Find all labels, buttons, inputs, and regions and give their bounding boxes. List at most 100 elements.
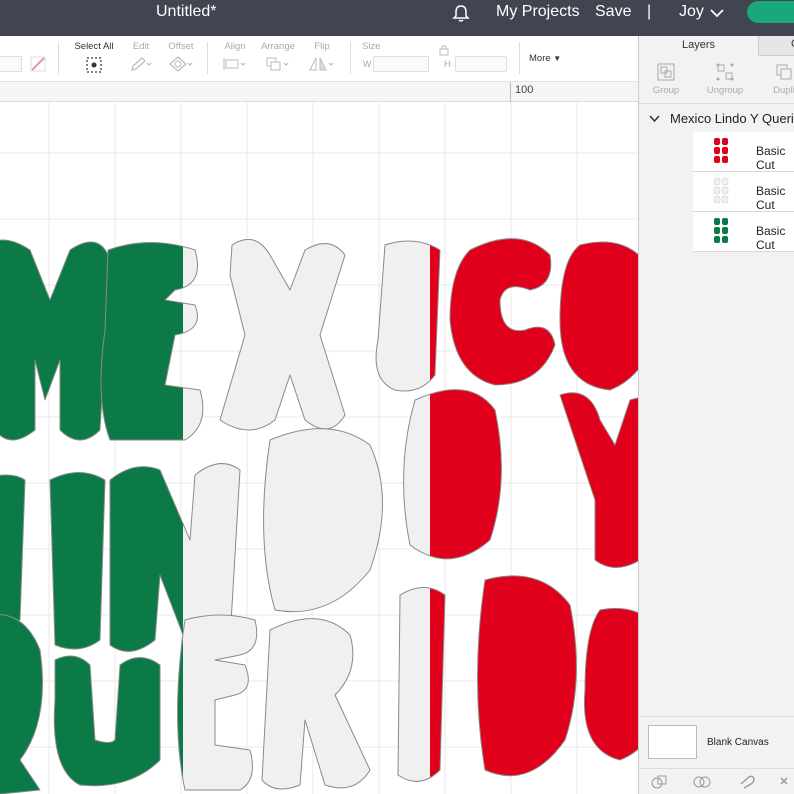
thumbnail-letter (722, 227, 728, 234)
white-layer-thumbnail (713, 177, 729, 204)
letter-shape (49, 472, 106, 650)
layer-row-white[interactable]: Basic Cut (693, 172, 794, 212)
thumbnail-letter (721, 195, 729, 204)
width-input[interactable] (373, 56, 429, 72)
more-button[interactable]: More ▼ (529, 53, 561, 64)
thumbnail-letter (722, 218, 728, 225)
letter-shape (261, 618, 371, 790)
thumbnail-letter (714, 218, 720, 225)
canvas-artwork (0, 102, 638, 794)
thumbnail-letter (722, 236, 728, 243)
letter-shape (0, 239, 111, 441)
align-icon (223, 58, 246, 70)
layer-tools: Group Ungroup Dupli (639, 56, 794, 104)
chevron-down-icon[interactable] (649, 115, 660, 123)
slice-icon[interactable] (651, 774, 669, 790)
letter-shape (263, 428, 383, 613)
top-bar: Untitled* My Projects Save | Joy N (0, 0, 794, 36)
blank-canvas-row[interactable]: Blank Canvas (639, 716, 794, 768)
thumbnail-letter (722, 138, 728, 145)
layer-group-name: Mexico Lindo Y Querido (670, 111, 794, 126)
offset-button[interactable]: Offset (164, 41, 198, 72)
arrange-button[interactable]: Arrange (259, 41, 297, 72)
flatten-icon[interactable] (779, 774, 793, 790)
letter-shape (0, 614, 43, 794)
thumbnail-letter (714, 147, 720, 154)
project-title[interactable]: Untitled* (156, 3, 216, 21)
letter-shape (559, 392, 638, 568)
panel-footer-tools (639, 768, 794, 794)
blank-canvas-label: Blank Canvas (707, 737, 769, 748)
height-input[interactable] (455, 56, 507, 72)
letter-shape (0, 474, 26, 626)
save-button[interactable]: Save (595, 3, 631, 21)
toolbar-divider (350, 42, 351, 74)
thumbnail-letter (714, 236, 720, 243)
ruler-label: 100 (515, 84, 534, 96)
thumbnail-letter (713, 186, 721, 195)
green-layer-thumbnail (714, 218, 728, 243)
combine-icon[interactable] (693, 774, 711, 790)
layer-list: Basic Cut Basic Cut Basic Cut (693, 132, 794, 252)
duplicate-icon (776, 64, 792, 80)
letter-shape (183, 614, 258, 791)
flip-icon (309, 57, 334, 71)
ruler-tick (510, 82, 511, 102)
arrange-icon (266, 57, 289, 71)
design-canvas[interactable] (0, 102, 638, 794)
thumbnail-letter (722, 147, 728, 154)
mexico-lindo-artwork[interactable] (0, 238, 638, 794)
letter-shape (219, 238, 346, 431)
tab-layers[interactable]: Layers (639, 36, 759, 56)
topbar-divider: | (647, 3, 652, 20)
horizontal-ruler: 100 (0, 82, 638, 102)
letter-shape (559, 241, 638, 391)
flip-button[interactable]: Flip (308, 41, 336, 72)
fill-color-icon[interactable] (30, 56, 46, 72)
thumbnail-letter (721, 177, 729, 186)
chevron-down-icon[interactable] (710, 8, 724, 18)
user-menu[interactable]: Joy (679, 3, 704, 21)
red-layer-thumbnail (714, 138, 728, 163)
new-project-button[interactable]: N (747, 1, 794, 23)
edit-pencil-icon (131, 57, 152, 71)
ungroup-icon (716, 63, 734, 81)
thumbnail-letter (714, 138, 720, 145)
toolbar-divider (207, 42, 208, 74)
ungroup-button[interactable]: Ungroup (703, 62, 747, 96)
thumbnail-letter (713, 195, 721, 204)
align-button[interactable]: Align (220, 41, 250, 72)
layer-row-green[interactable]: Basic Cut (693, 212, 794, 252)
bell-icon[interactable] (451, 4, 471, 24)
layers-panel: Layers C Group Ungroup (638, 36, 794, 794)
toolbar-divider (58, 42, 59, 74)
edit-button[interactable]: Edit (126, 41, 156, 72)
lock-icon[interactable] (439, 44, 449, 56)
my-projects-link[interactable]: My Projects (496, 3, 580, 21)
linetype-dropdown[interactable] (0, 56, 22, 72)
group-icon (657, 63, 675, 81)
thumbnail-letter (721, 186, 729, 195)
select-all-button[interactable]: Select All (72, 41, 116, 74)
panel-tabs: Layers C (639, 36, 794, 56)
letter-shape (477, 575, 577, 777)
duplicate-button[interactable]: Dupli (769, 62, 794, 96)
layer-row-red[interactable]: Basic Cut (693, 132, 794, 172)
thumbnail-letter (714, 156, 720, 163)
letter-shape (583, 607, 638, 761)
toolbar-divider (519, 42, 520, 74)
letter-shape (53, 655, 161, 787)
select-all-icon (86, 57, 102, 73)
letter-shape (449, 238, 556, 386)
height-label: H (444, 59, 451, 69)
app-window: Untitled* My Projects Save | Joy N Selec… (0, 0, 794, 794)
size-group: Size (362, 41, 381, 52)
layer-group-row[interactable]: Mexico Lindo Y Querido (639, 108, 794, 132)
edit-toolbar: Select All Edit Offset Align Arrange Fli… (0, 36, 638, 82)
width-label: W (363, 59, 372, 69)
group-button[interactable]: Group (651, 62, 681, 96)
thumbnail-letter (714, 227, 720, 234)
attach-icon[interactable] (737, 774, 757, 790)
blank-canvas-thumbnail (648, 725, 697, 759)
offset-icon (169, 56, 193, 72)
